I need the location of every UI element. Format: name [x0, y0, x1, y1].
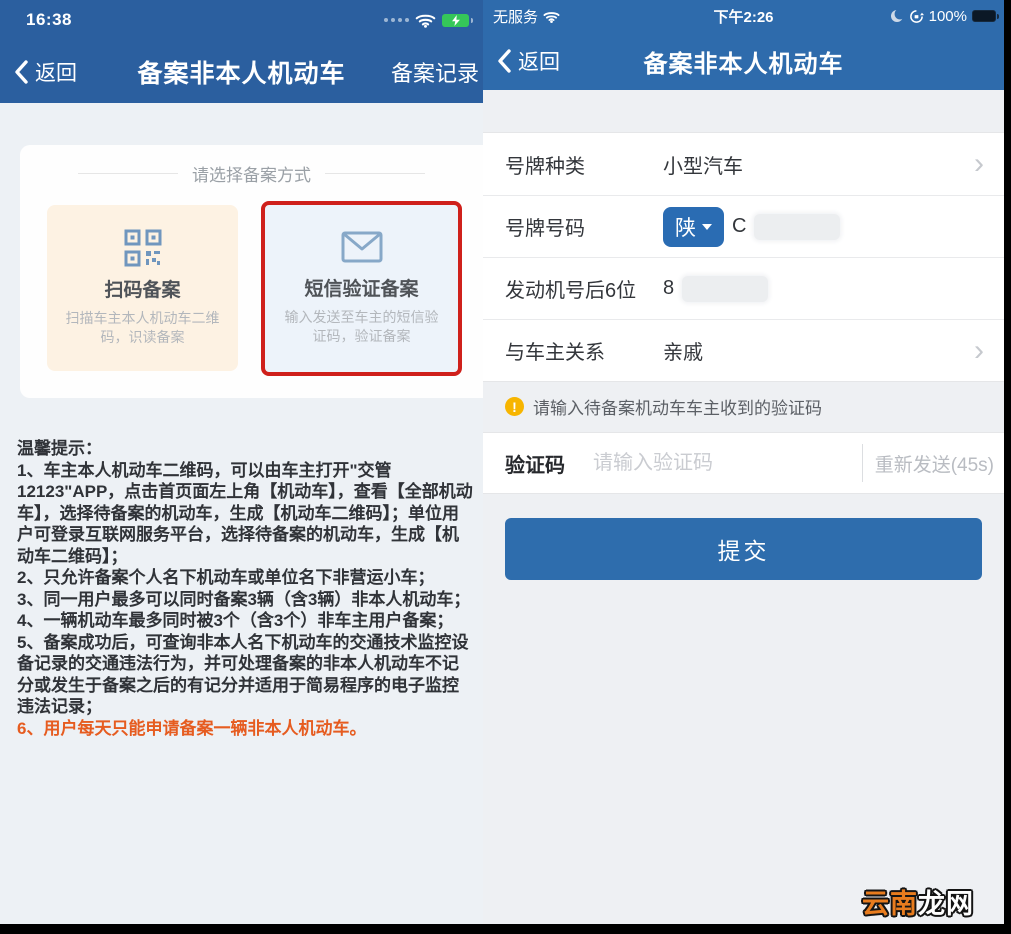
- tips-block: 温馨提示： 1、车主本人机动车二维码，可以由车主打开"交管12123"APP，点…: [17, 438, 475, 739]
- battery-percent: 100%: [929, 8, 967, 25]
- page-title: 备案非本人机动车: [483, 32, 1004, 90]
- carrier-label: 无服务: [493, 6, 538, 27]
- field-label: 验证码: [505, 449, 593, 478]
- resend-code-button[interactable]: 重新发送(45s): [862, 444, 1004, 482]
- divider: [78, 173, 178, 174]
- option-desc: 输入发送至车主的短信验证码，验证备案: [282, 308, 442, 346]
- tip-line-highlight: 6、用户每天只能申请备案一辆非本人机动车。: [17, 718, 475, 740]
- tip-line: 4、一辆机动车最多同时被3个（含3个）非车主用户备案；: [17, 610, 475, 632]
- option-title: 扫码备案: [47, 275, 238, 302]
- verification-code-input[interactable]: [593, 452, 862, 475]
- left-nav-bar: 返回 备案非本人机动车 备案记录: [0, 40, 483, 103]
- composite-screenshot: 16:38 返回 备案非本人机动车: [0, 0, 1011, 934]
- right-nav-bar: 返回 备案非本人机动车: [483, 32, 1004, 90]
- province-dropdown[interactable]: 陕: [663, 207, 724, 247]
- qr-code-icon: [47, 227, 238, 269]
- field-label: 号牌种类: [505, 150, 663, 179]
- moon-icon: [890, 9, 904, 23]
- plate-number-value[interactable]: C: [732, 215, 746, 238]
- row-owner-relation[interactable]: 与车主关系 亲戚 ›: [483, 319, 1004, 381]
- picker-header-label: 请选择备案方式: [192, 161, 311, 186]
- status-icons: [384, 12, 469, 28]
- records-link[interactable]: 备案记录: [391, 40, 479, 103]
- warning-icon: !: [505, 397, 524, 416]
- row-verification-code: 验证码 重新发送(45s): [483, 432, 1004, 494]
- field-value: 小型汽车: [663, 150, 743, 179]
- option-scan-register[interactable]: 扫码备案 扫描车主本人机动车二维码，识读备案: [47, 205, 238, 371]
- form: 号牌种类 小型汽车 › 号牌号码 陕 C 发动机号后6位 8: [483, 132, 1004, 382]
- picker-header: 请选择备案方式: [20, 161, 483, 186]
- right-screen: 下午2:26 无服务 100%: [483, 0, 1004, 924]
- left-status-bar: 16:38: [0, 0, 483, 40]
- wifi-icon: [543, 10, 560, 23]
- tips-title: 温馨提示：: [17, 438, 475, 460]
- method-picker-card: 请选择备案方式 扫码备案: [20, 145, 483, 398]
- battery-icon: [972, 10, 996, 22]
- row-engine-number[interactable]: 发动机号后6位 8: [483, 257, 1004, 319]
- redacted-engine-number: [682, 276, 768, 302]
- tip-line: 5、备案成功后，可查询非本人名下机动车的交通技术监控设备记录的交通违法行为，并可…: [17, 632, 475, 718]
- envelope-icon: [265, 226, 458, 268]
- chevron-right-icon: ›: [974, 149, 984, 179]
- province-label: 陕: [675, 212, 696, 242]
- row-plate-type[interactable]: 号牌种类 小型汽车 ›: [483, 133, 1004, 195]
- clock: 16:38: [26, 10, 72, 30]
- option-sms-register-selected[interactable]: 短信验证备案 输入发送至车主的短信验证码，验证备案: [261, 201, 462, 376]
- redacted-plate-number: [754, 214, 840, 240]
- submit-button[interactable]: 提交: [505, 518, 982, 580]
- right-status-bar: 下午2:26 无服务 100%: [483, 0, 1004, 32]
- field-label: 号牌号码: [505, 212, 663, 241]
- engine-number-value[interactable]: 8: [663, 277, 674, 300]
- row-plate-number[interactable]: 号牌号码 陕 C: [483, 195, 1004, 257]
- field-label: 发动机号后6位: [505, 274, 663, 303]
- divider: [325, 173, 425, 174]
- watermark-part1: 云南: [862, 889, 918, 919]
- warning-text: 请输入待备案机动车车主收到的验证码: [533, 394, 822, 419]
- verification-hint: ! 请输入待备案机动车车主收到的验证码: [483, 381, 1004, 432]
- tip-line: 3、同一用户最多可以同时备案3辆（含3辆）非本人机动车；: [17, 589, 475, 611]
- tip-line: 1、车主本人机动车二维码，可以由车主打开"交管12123"APP，点击首页面左上…: [17, 460, 475, 568]
- chevron-right-icon: ›: [974, 336, 984, 366]
- option-desc: 扫描车主本人机动车二维码，识读备案: [63, 309, 223, 347]
- wifi-icon: [415, 12, 436, 28]
- orientation-lock-icon: [909, 9, 924, 24]
- tip-line: 2、只允许备案个人名下机动车或单位名下非营运小车；: [17, 567, 475, 589]
- caret-down-icon: [702, 224, 712, 230]
- left-screen: 16:38 返回 备案非本人机动车: [0, 0, 483, 924]
- site-watermark: 云南龙网: [862, 882, 974, 921]
- battery-charging-icon: [442, 14, 469, 27]
- option-title: 短信验证备案: [265, 274, 458, 301]
- signal-icon: [384, 18, 409, 22]
- field-value: 亲戚: [663, 336, 703, 365]
- field-label: 与车主关系: [505, 336, 663, 365]
- watermark-part2: 龙网: [918, 889, 974, 919]
